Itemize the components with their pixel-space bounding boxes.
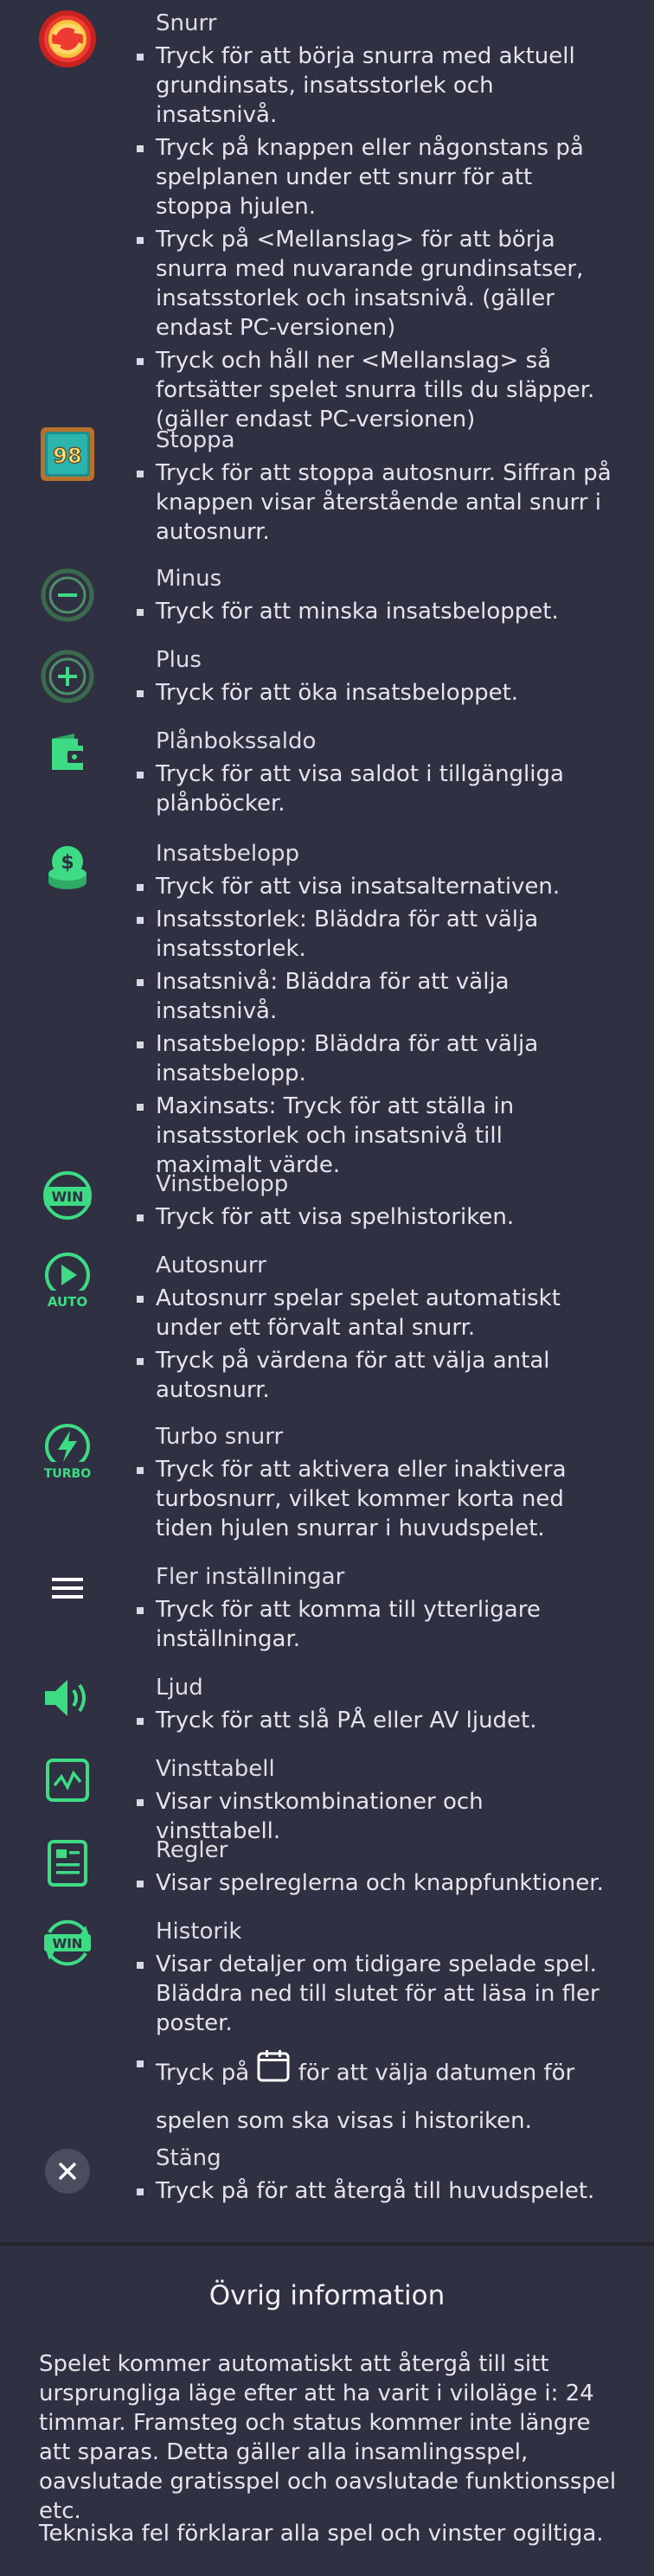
svg-text:$: $ [61,852,74,874]
help-bullet: Visar detaljer om tidigare spelade spel.… [137,1950,614,2038]
other-info-paragraph: Spelet kommer automatiskt att återgå til… [39,2351,617,2524]
help-item-content: Stoppa Tryck för att stoppa autosnurr. S… [137,426,614,547]
help-item-title: Plus [156,647,202,673]
other-info-title: Övrig information [208,2280,446,2311]
help-bullet: Tryck för att öka insatsbeloppet. [137,678,614,708]
section-divider [0,2242,654,2246]
help-item-content: Stäng Tryck på för att återgå till huvud… [137,2143,614,2206]
wallet-icon [35,730,100,779]
rules-icon [35,1839,100,1887]
help-bullet: Autosnurr spelar spelet automatiskt unde… [137,1284,614,1342]
help-bullet: Insatsnivå: Bläddra för att välja insats… [137,967,614,1026]
help-bullet: Insatsbelopp: Bläddra för att välja insa… [137,1029,614,1088]
help-bullet: Visar spelreglerna och knappfunktioner. [137,1868,614,1898]
help-bullet: Tryck på <Mellanslag> för att börja snur… [137,225,614,343]
help-bullet: Maxinsats: Tryck för att ställa in insat… [137,1092,614,1180]
help-bullet: Tryck på för att återgå till huvudspelet… [137,2176,614,2206]
help-item-title: Stäng [156,2145,221,2171]
help-item-title: Insatsbelopp [156,841,300,867]
calendar-text-before: Tryck på [156,2060,250,2086]
help-item-title: Autosnurr [156,1253,266,1278]
autospin-icon-text: AUTO [48,1294,87,1310]
help-item-title: Historik [156,1919,242,1945]
help-item-content: Historik Visar detaljer om tidigare spel… [137,1917,614,2143]
autospin-icon: AUTO [35,1251,100,1311]
help-item-content: Vinsttabell Visar vinstkombinationer och… [137,1754,614,1846]
stop-count-text: 98 [53,444,81,468]
help-item-title: Vinsttabell [156,1756,275,1782]
help-item-title: Regler [156,1837,228,1863]
minus-icon [35,567,100,623]
help-item-content: Turbo snurr Tryck för att aktivera eller… [137,1422,614,1543]
win-icon-text: WIN [52,1189,84,1205]
help-bullet: Tryck för att visa insatsalternativen. [137,872,614,901]
help-item-content: Regler Visar spelreglerna och knappfunkt… [137,1836,614,1898]
help-bullet: Tryck och håll ner <Mellanslag> så forts… [137,346,614,434]
calendar-icon [256,2048,291,2099]
help-item-content: Plus Tryck för att öka insatsbeloppet. [137,645,614,708]
help-item-title: Snurr [156,10,217,36]
other-info-paragraph: Tekniska fel förklarar alla spel och vin… [39,2521,604,2547]
help-item-content: Minus Tryck för att minska insatsbeloppe… [137,564,614,626]
help-bullet: Tryck för att aktivera eller inaktivera … [137,1455,614,1543]
help-bullet: Tryck för att visa spelhistoriken. [137,1202,614,1232]
help-bullet: Tryck på värdena för att välja antal aut… [137,1346,614,1405]
help-item-content: Plånbokssaldo Tryck för att visa saldot … [137,727,614,818]
help-item-title: Vinstbelopp [156,1171,289,1197]
spin-icon [35,9,100,69]
paytable-icon [35,1758,100,1803]
coin-stack-icon: $ [35,843,100,894]
history-icon-text: WIN [53,1936,83,1951]
win-icon: WIN [35,1169,100,1221]
help-bullet-calendar: Tryck på för att välja datumen för spele… [137,2048,614,2143]
help-item-content: Snurr Tryck för att börja snurra med akt… [137,9,614,434]
help-item-title: Minus [156,566,222,592]
turbo-icon: TURBO [35,1422,100,1483]
help-bullet: Tryck för att börja snurra med aktuell g… [137,42,614,130]
help-item-content: Fler inställningar Tryck för att komma t… [137,1562,614,1654]
turbo-icon-text: TURBO [44,1467,91,1481]
help-item-title: Turbo snurr [156,1424,284,1450]
help-item-content: Vinstbelopp Tryck för att visa spelhisto… [137,1169,614,1232]
help-item-title: Fler inställningar [156,1564,345,1590]
history-icon: WIN [35,1917,100,1969]
help-bullet: Insatsstorlek: Bläddra för att välja ins… [137,905,614,964]
help-item-content: Insatsbelopp Tryck för att visa insatsal… [137,839,614,1180]
help-bullet: Tryck för att visa saldot i tillgängliga… [137,759,614,818]
help-item-title: Stoppa [156,427,235,453]
help-item-title: Ljud [156,1675,203,1701]
help-bullet: Tryck för att stoppa autosnurr. Siffran … [137,458,614,547]
stop-autospin-icon: 98 [35,426,100,483]
help-item-content: Autosnurr Autosnurr spelar spelet automa… [137,1251,614,1405]
help-bullet: Tryck för att komma till ytterligare ins… [137,1595,614,1654]
help-bullet: Tryck för att minska insatsbeloppet. [137,597,614,626]
help-item-content: Ljud Tryck för att slå PÅ eller AV ljude… [137,1673,614,1735]
help-bullet: Tryck för att slå PÅ eller AV ljudet. [137,1706,614,1735]
menu-icon [35,1571,100,1605]
help-item-title: Plånbokssaldo [156,728,317,754]
close-icon [35,2147,100,2195]
speaker-icon [35,1676,100,1720]
plus-icon [35,649,100,704]
help-bullet: Tryck på knappen eller någonstans på spe… [137,133,614,221]
